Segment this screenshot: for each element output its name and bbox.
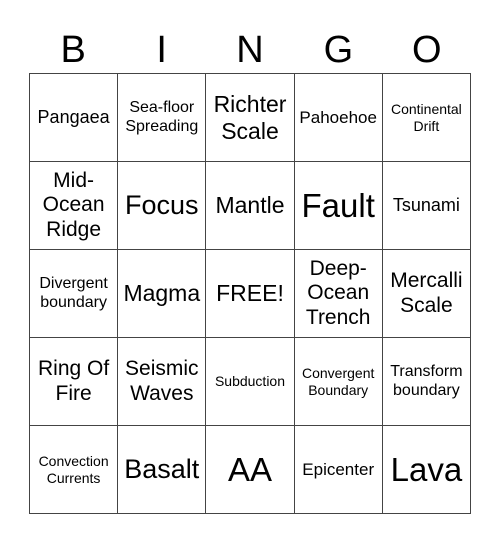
bingo-cell[interactable]: Epicenter [294,426,383,514]
bingo-cell[interactable]: Deep- Ocean Trench [294,250,383,338]
bingo-cell[interactable]: Convergent Boundary [294,338,383,426]
header-letter-g: G [323,29,354,71]
bingo-cell[interactable]: Ring Of Fire [30,338,119,426]
header-letter-o: O [412,29,442,71]
header-letter-n: N [236,29,264,71]
bingo-cell[interactable]: Convection Currents [30,426,119,514]
bingo-cell[interactable]: Transform boundary [382,338,471,426]
bingo-cell[interactable]: Seismic Waves [118,338,207,426]
bingo-cell[interactable]: Sea-floor Spreading [118,74,207,162]
header-letter-b: B [60,29,86,71]
bingo-grid: Pangaea Sea-floor Spreading Richter Scal… [29,73,471,514]
bingo-cell[interactable]: Tsunami [382,162,471,250]
bingo-cell[interactable]: Pahoehoe [294,74,383,162]
bingo-cell[interactable]: Focus [118,162,207,250]
bingo-cell[interactable]: Mercalli Scale [382,250,471,338]
bingo-header: B I N G O [29,28,471,73]
bingo-cell[interactable]: Fault [294,162,383,250]
bingo-cell[interactable]: Pangaea [30,74,119,162]
bingo-cell[interactable]: Lava [382,426,471,514]
bingo-cell[interactable]: Divergent boundary [30,250,119,338]
bingo-cell[interactable]: Mantle [206,162,295,250]
bingo-cell[interactable]: AA [206,426,295,514]
header-letter-i: I [156,29,167,71]
bingo-cell[interactable]: Subduction [206,338,295,426]
bingo-cell[interactable]: Mid- Ocean Ridge [30,162,119,250]
bingo-cell[interactable]: Basalt [118,426,207,514]
bingo-cell[interactable]: Continental Drift [382,74,471,162]
free-space-cell[interactable]: FREE! [206,250,295,338]
bingo-cell[interactable]: Richter Scale [206,74,295,162]
bingo-cell[interactable]: Magma [118,250,207,338]
